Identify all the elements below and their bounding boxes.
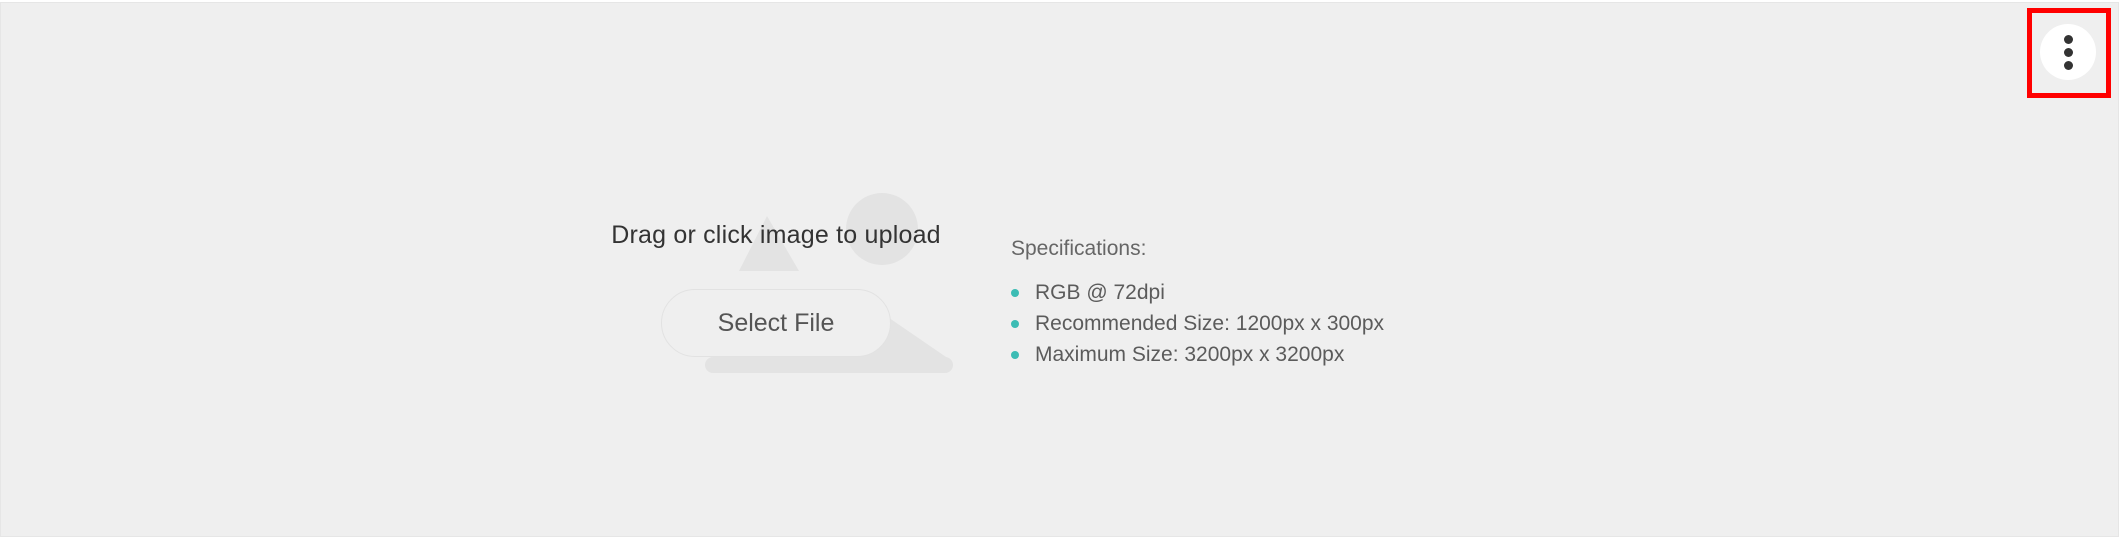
spec-text: RGB @ 72dpi (1035, 280, 1165, 304)
list-item: Maximum Size: 3200px x 3200px (1011, 339, 1384, 370)
bullet-icon (1011, 319, 1019, 328)
upload-prompt: Drag or click image to upload Select Fil… (581, 221, 971, 381)
bullet-icon (1011, 288, 1019, 297)
specifications-title: Specifications: (1011, 237, 1147, 260)
list-item: Recommended Size: 1200px x 300px (1011, 308, 1384, 339)
list-item: RGB @ 72dpi (1011, 277, 1384, 308)
spec-text: Maximum Size: 3200px x 3200px (1035, 342, 1345, 366)
spec-text: Recommended Size: 1200px x 300px (1035, 311, 1385, 335)
upload-instructions: Drag or click image to upload (611, 221, 941, 249)
highlight-box (2027, 8, 2111, 98)
bullet-icon (1011, 350, 1019, 359)
image-upload-dropzone[interactable]: Drag or click image to upload Select Fil… (0, 2, 2119, 537)
specifications-list: RGB @ 72dpi Recommended Size: 1200px x 3… (1011, 277, 1384, 370)
specifications-panel: Specifications: RGB @ 72dpi Recommended … (1011, 237, 1384, 370)
select-file-button[interactable]: Select File (661, 289, 891, 357)
